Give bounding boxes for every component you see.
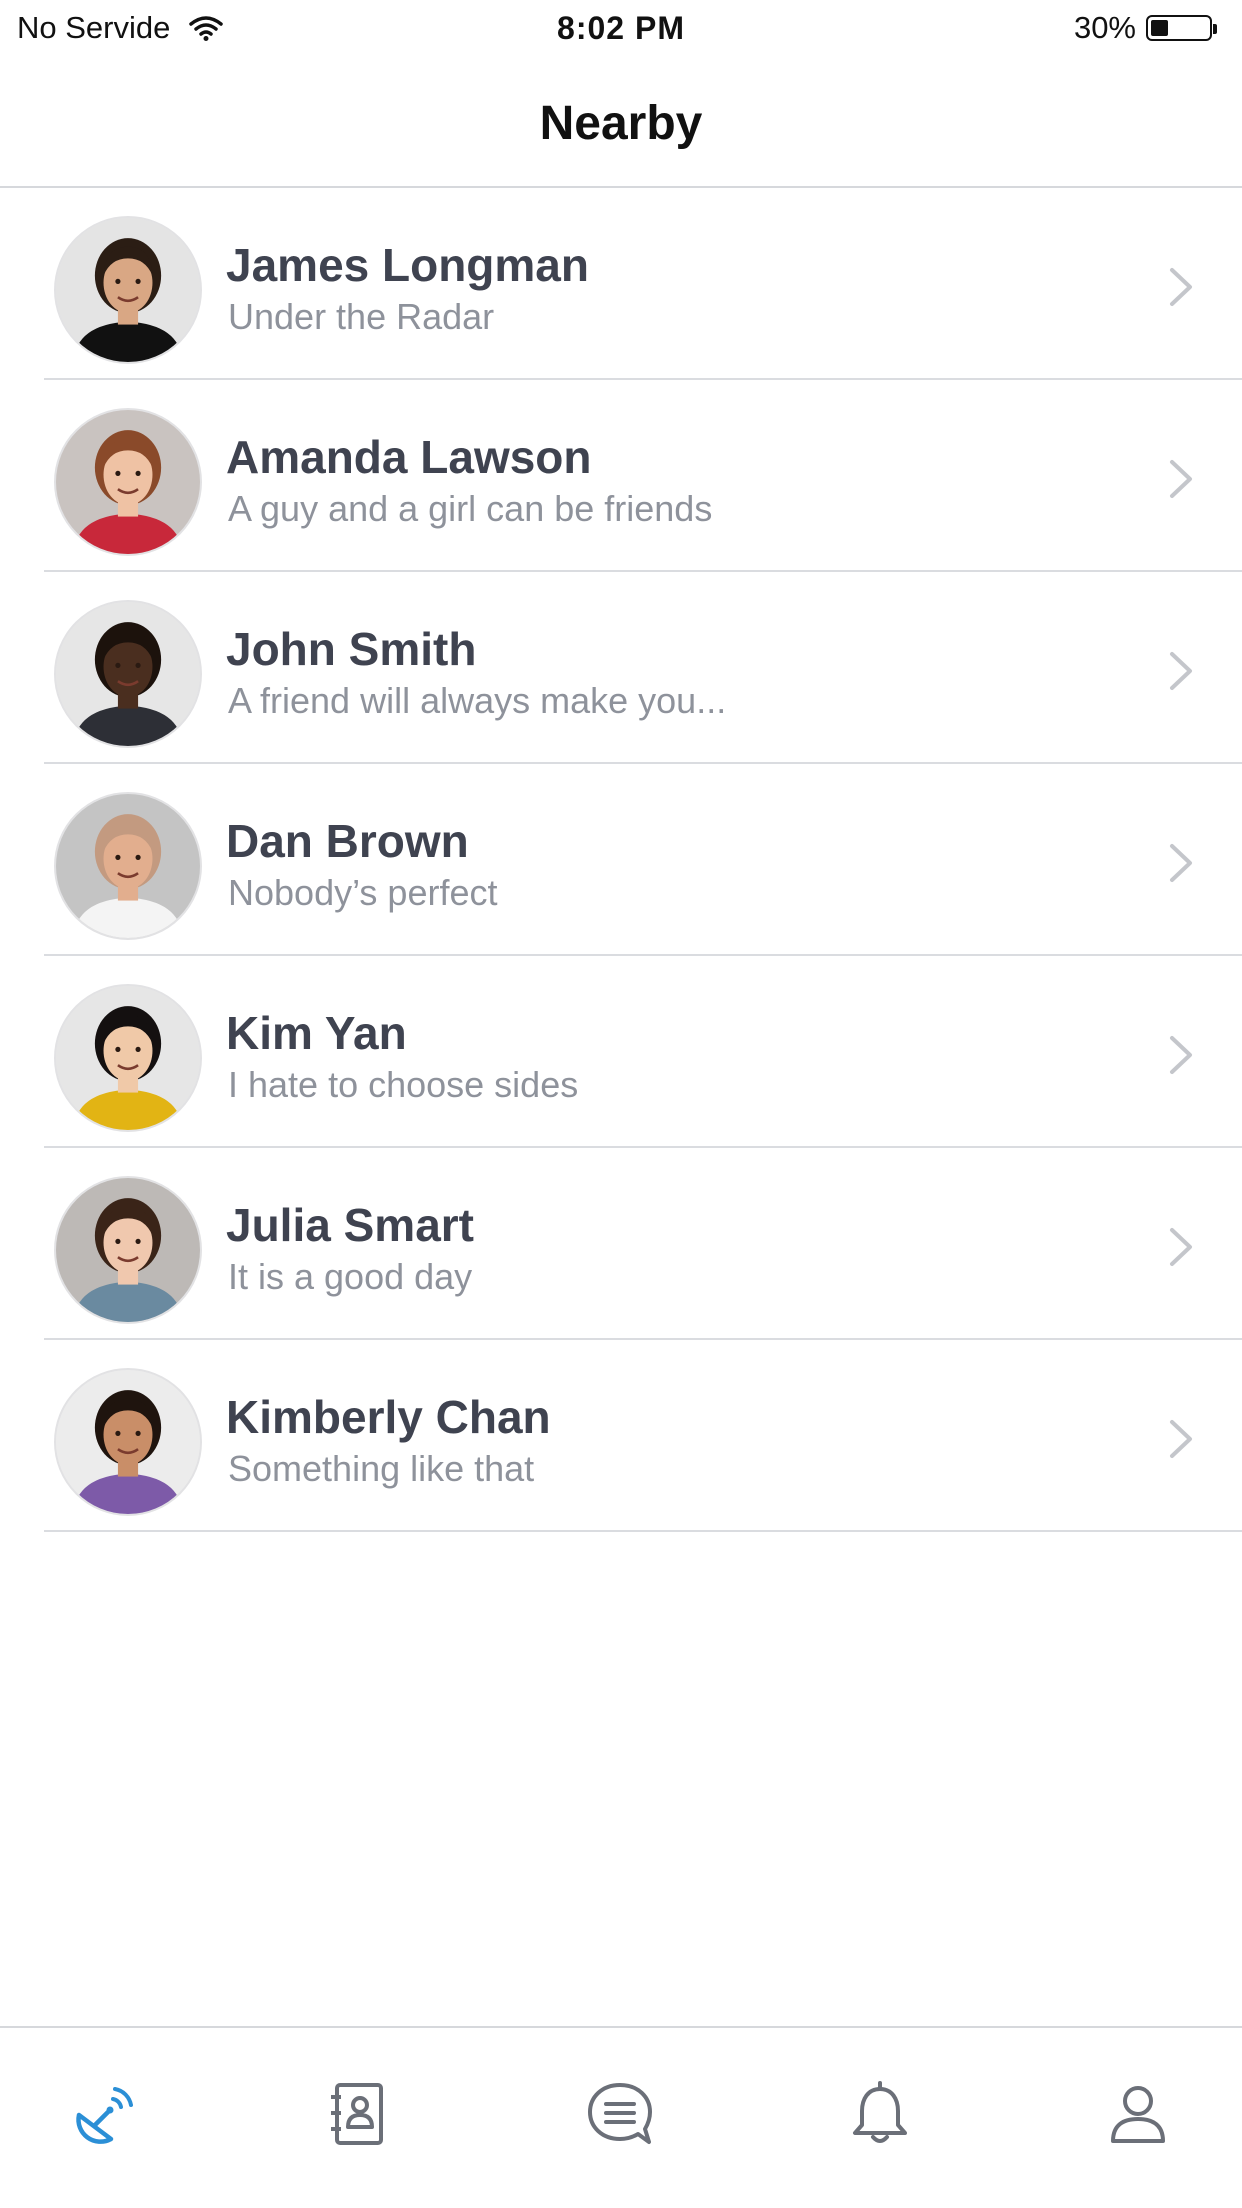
page-title: Nearby [539, 97, 703, 150]
contact-name: Kim Yan [226, 1007, 407, 1059]
contact-row[interactable]: Amanda Lawson A guy and a girl can be fr… [44, 380, 1242, 572]
clock: 8:02 PM [557, 10, 685, 46]
contact-status: I hate to choose sides [228, 1064, 579, 1105]
chevron-right-icon [1170, 268, 1192, 306]
contact-status: Under the Radar [228, 296, 495, 337]
nearby-list: James Longman Under the Radar Amanda Law… [0, 188, 1242, 1532]
avatar-portrait [56, 1178, 200, 1322]
avatar [54, 1176, 202, 1324]
contact-name: Dan Brown [226, 815, 469, 867]
chevron-right-icon [1170, 1228, 1192, 1266]
avatar [54, 1368, 202, 1516]
contact-row[interactable]: Kim Yan I hate to choose sides [44, 956, 1242, 1148]
tab-messages[interactable] [580, 2074, 660, 2154]
chevron-right-icon [1170, 652, 1192, 690]
battery-percent: 30% [1073, 10, 1136, 45]
avatar [54, 984, 202, 1132]
chevron-right-icon [1170, 460, 1192, 498]
contact-status: Something like that [228, 1448, 535, 1489]
contact-status: A guy and a girl can be friends [228, 488, 713, 529]
contact-name: Amanda Lawson [226, 431, 592, 483]
tab-notifications[interactable] [840, 2074, 920, 2154]
tab-nearby[interactable] [64, 2074, 144, 2154]
contact-status: Nobody’s perfect [228, 872, 498, 913]
contact-row[interactable]: Dan Brown Nobody’s perfect [44, 764, 1242, 956]
bell-icon [853, 2081, 907, 2143]
contacts-book-icon [331, 2083, 383, 2145]
chat-bubble-icon [588, 2083, 652, 2144]
tab-contacts[interactable] [318, 2074, 398, 2154]
chevron-right-icon [1170, 844, 1192, 882]
tab-profile[interactable] [1098, 2074, 1178, 2154]
battery-indicator: 30% [1073, 10, 1217, 46]
contact-row[interactable]: John Smith A friend will always make you… [44, 572, 1242, 764]
contact-row[interactable]: Kimberly Chan Something like that [44, 1340, 1242, 1532]
battery-fill [1151, 20, 1168, 36]
avatar-portrait [56, 986, 200, 1130]
avatar [54, 792, 202, 940]
avatar-portrait [56, 218, 200, 362]
avatar [54, 408, 202, 556]
user-profile-icon [1111, 2086, 1165, 2143]
contact-row[interactable]: Julia Smart It is a good day [44, 1148, 1242, 1340]
avatar-portrait [56, 602, 200, 746]
contact-status: A friend will always make you... [228, 680, 727, 721]
avatar-portrait [56, 1370, 200, 1514]
battery-icon [1146, 15, 1217, 41]
contact-name: Kimberly Chan [226, 1391, 551, 1443]
status-bar: No Servide 8:02 PM 30% [0, 0, 1242, 60]
contact-row[interactable]: James Longman Under the Radar [44, 188, 1242, 380]
avatar [54, 216, 202, 364]
chevron-right-icon [1170, 1420, 1192, 1458]
tab-bar [0, 2026, 1242, 2208]
contact-name: John Smith [226, 623, 477, 675]
contact-name: James Longman [226, 239, 589, 291]
chevron-right-icon [1170, 1036, 1192, 1074]
contact-status: It is a good day [228, 1256, 473, 1297]
contact-name: Julia Smart [226, 1199, 474, 1251]
avatar [54, 600, 202, 748]
avatar-portrait [56, 794, 200, 938]
avatar-portrait [56, 410, 200, 554]
satellite-dish-icon [76, 2087, 133, 2144]
